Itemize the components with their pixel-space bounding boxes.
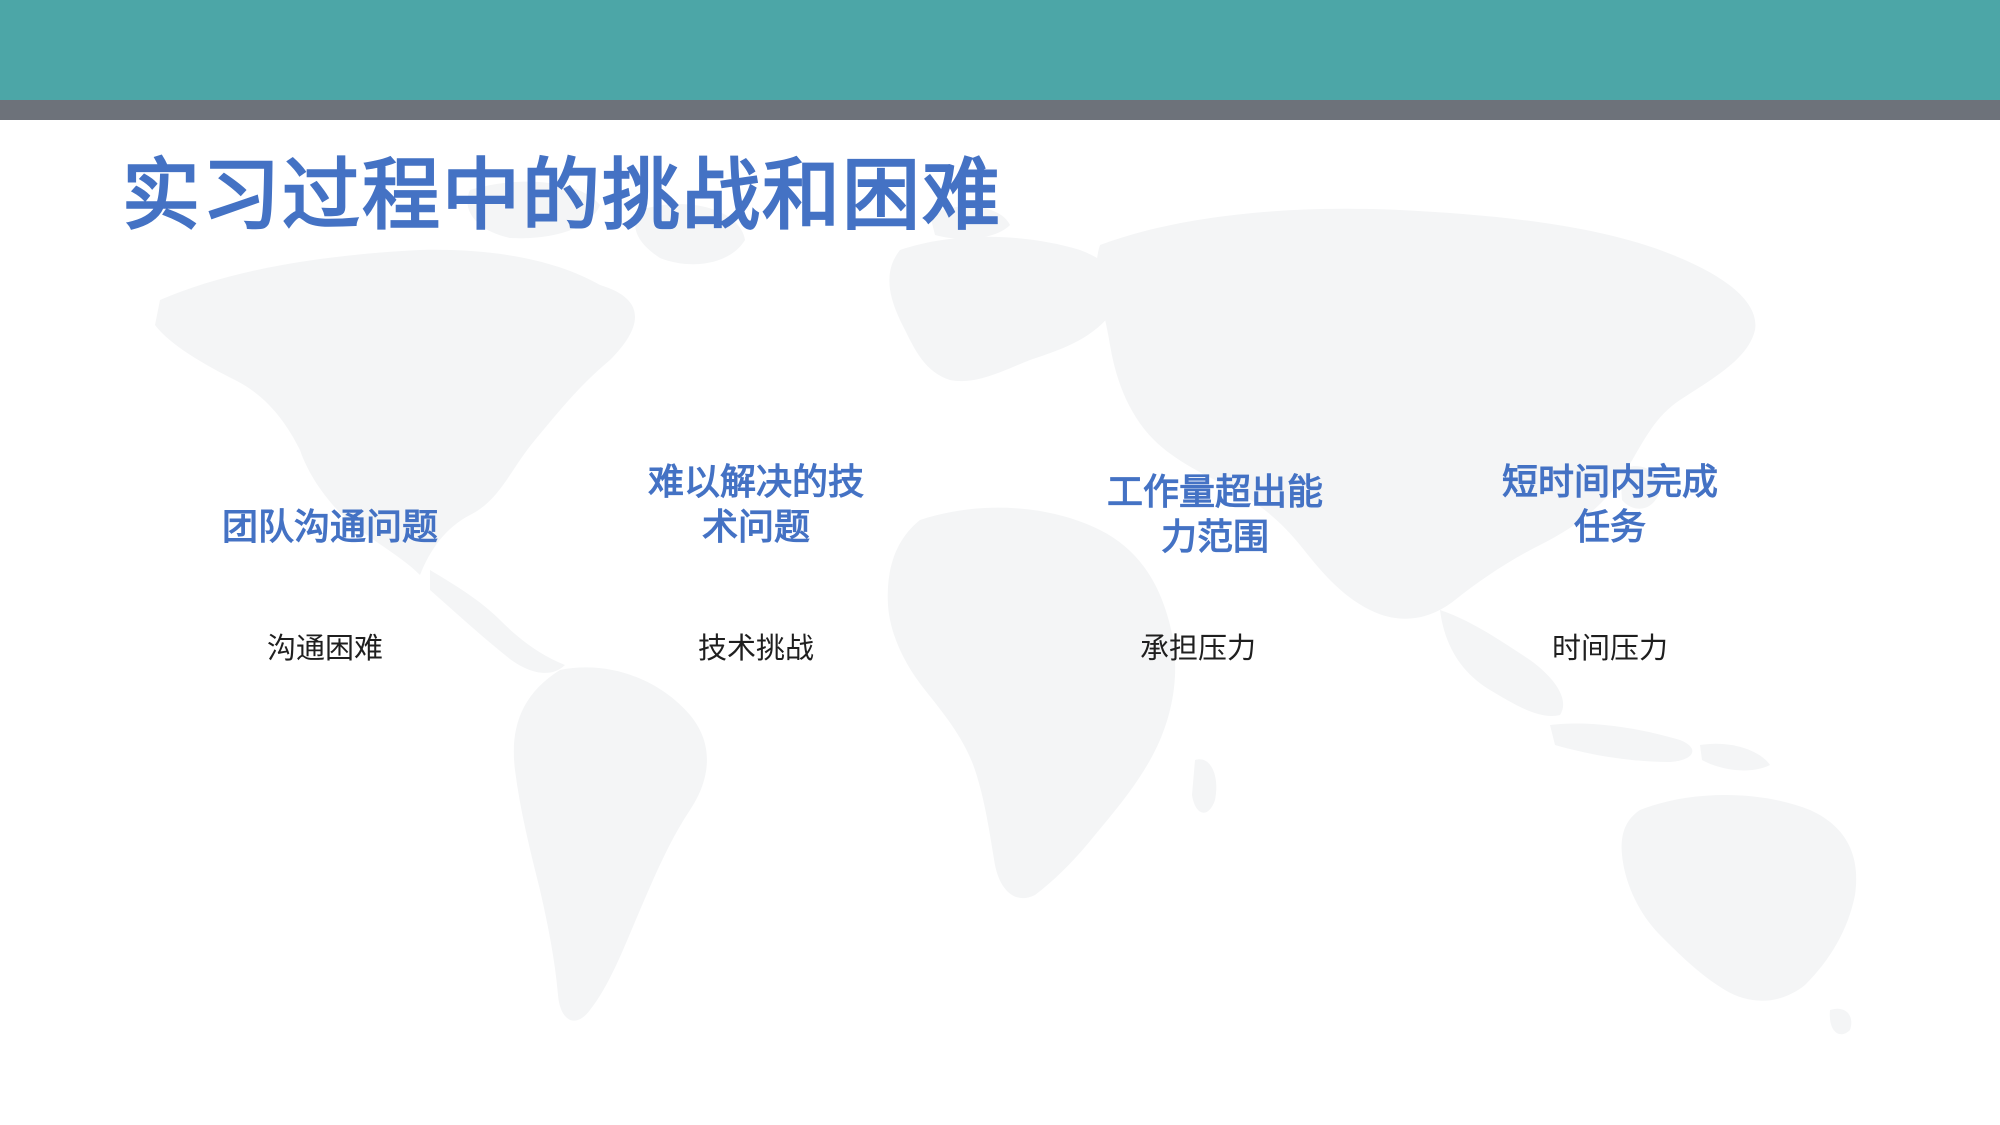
challenge-body: 承担压力 bbox=[1139, 631, 1256, 665]
challenge-card-technical-problems: 难以解决的技术问题 技术挑战 bbox=[606, 440, 906, 665]
challenge-body: 时间压力 bbox=[1551, 631, 1668, 665]
challenge-card-team-communication: 团队沟通问题 沟通困难 bbox=[180, 440, 480, 665]
challenge-body: 沟通困难 bbox=[266, 631, 383, 665]
slide: 实习过程中的挑战和困难 团队沟通问题 沟通困难 难以解决的技术问题 技术挑战 工… bbox=[0, 0, 2000, 1125]
challenge-heading: 难以解决的技术问题 bbox=[647, 462, 864, 548]
challenge-heading: 工作量超出能力范围 bbox=[1106, 472, 1323, 558]
challenge-heading: 短时间内完成任务 bbox=[1501, 462, 1718, 548]
challenge-body: 技术挑战 bbox=[697, 631, 814, 665]
page-title: 实习过程中的挑战和困难 bbox=[122, 151, 1003, 241]
challenge-card-workload: 工作量超出能力范围 承担压力 bbox=[1065, 450, 1365, 665]
challenge-card-time-pressure: 短时间内完成任务 时间压力 bbox=[1460, 440, 1760, 665]
challenge-heading: 团队沟通问题 bbox=[221, 507, 438, 548]
